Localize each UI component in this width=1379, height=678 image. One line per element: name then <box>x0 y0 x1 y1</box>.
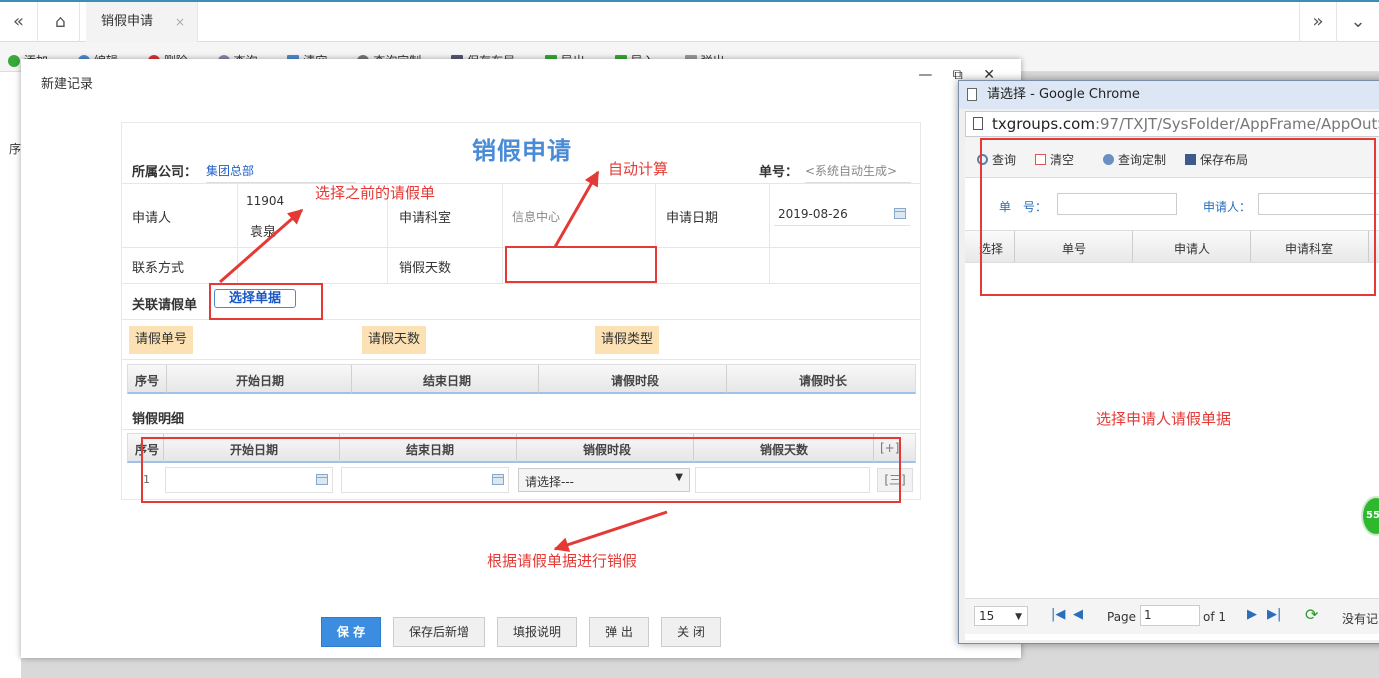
first-page-icon[interactable]: |◀ <box>1051 607 1065 622</box>
page-number-input[interactable]: 1 <box>1140 605 1200 626</box>
note-popup: 选择申请人请假单据 <box>1096 410 1232 428</box>
document-icon <box>967 88 977 101</box>
arrow-auto-calc <box>553 170 600 248</box>
page-icon <box>973 117 983 130</box>
url-host: txgroups.com <box>992 115 1095 133</box>
highlight-popup-grid <box>980 138 1376 296</box>
popup-title: 请选择 - Google Chrome <box>987 87 1140 102</box>
chevron-down-icon: ▼ <box>1015 612 1022 622</box>
page-size-select[interactable]: 15 ▼ <box>974 606 1028 626</box>
arrow-bottom <box>553 510 668 552</box>
popup-titlebar: 请选择 - Google Chrome <box>959 81 1379 109</box>
select-popup-window: 请选择 - Google Chrome txgroups.com:97/TXJT… <box>958 80 1379 644</box>
popup-address-bar[interactable]: txgroups.com:97/TXJT/SysFolder/AppFrame/… <box>965 111 1379 137</box>
no-records-text: 没有记 <box>1342 612 1379 626</box>
page-label: Page <box>1107 610 1137 624</box>
url-path: :97/TXJT/SysFolder/AppFrame/AppOutSelec <box>1094 115 1379 133</box>
popup-pager: 15 ▼ |◀ ◀ Page 1 of 1 ▶ ▶| ⟳ 没有记 <box>965 598 1379 634</box>
page-of: of 1 <box>1203 610 1227 624</box>
last-page-icon[interactable]: ▶| <box>1267 607 1281 622</box>
refresh-icon[interactable]: ⟳ <box>1305 605 1318 624</box>
arrow-prev-leave <box>219 208 304 284</box>
next-page-icon[interactable]: ▶ <box>1247 607 1257 622</box>
prev-page-icon[interactable]: ◀ <box>1073 607 1083 622</box>
